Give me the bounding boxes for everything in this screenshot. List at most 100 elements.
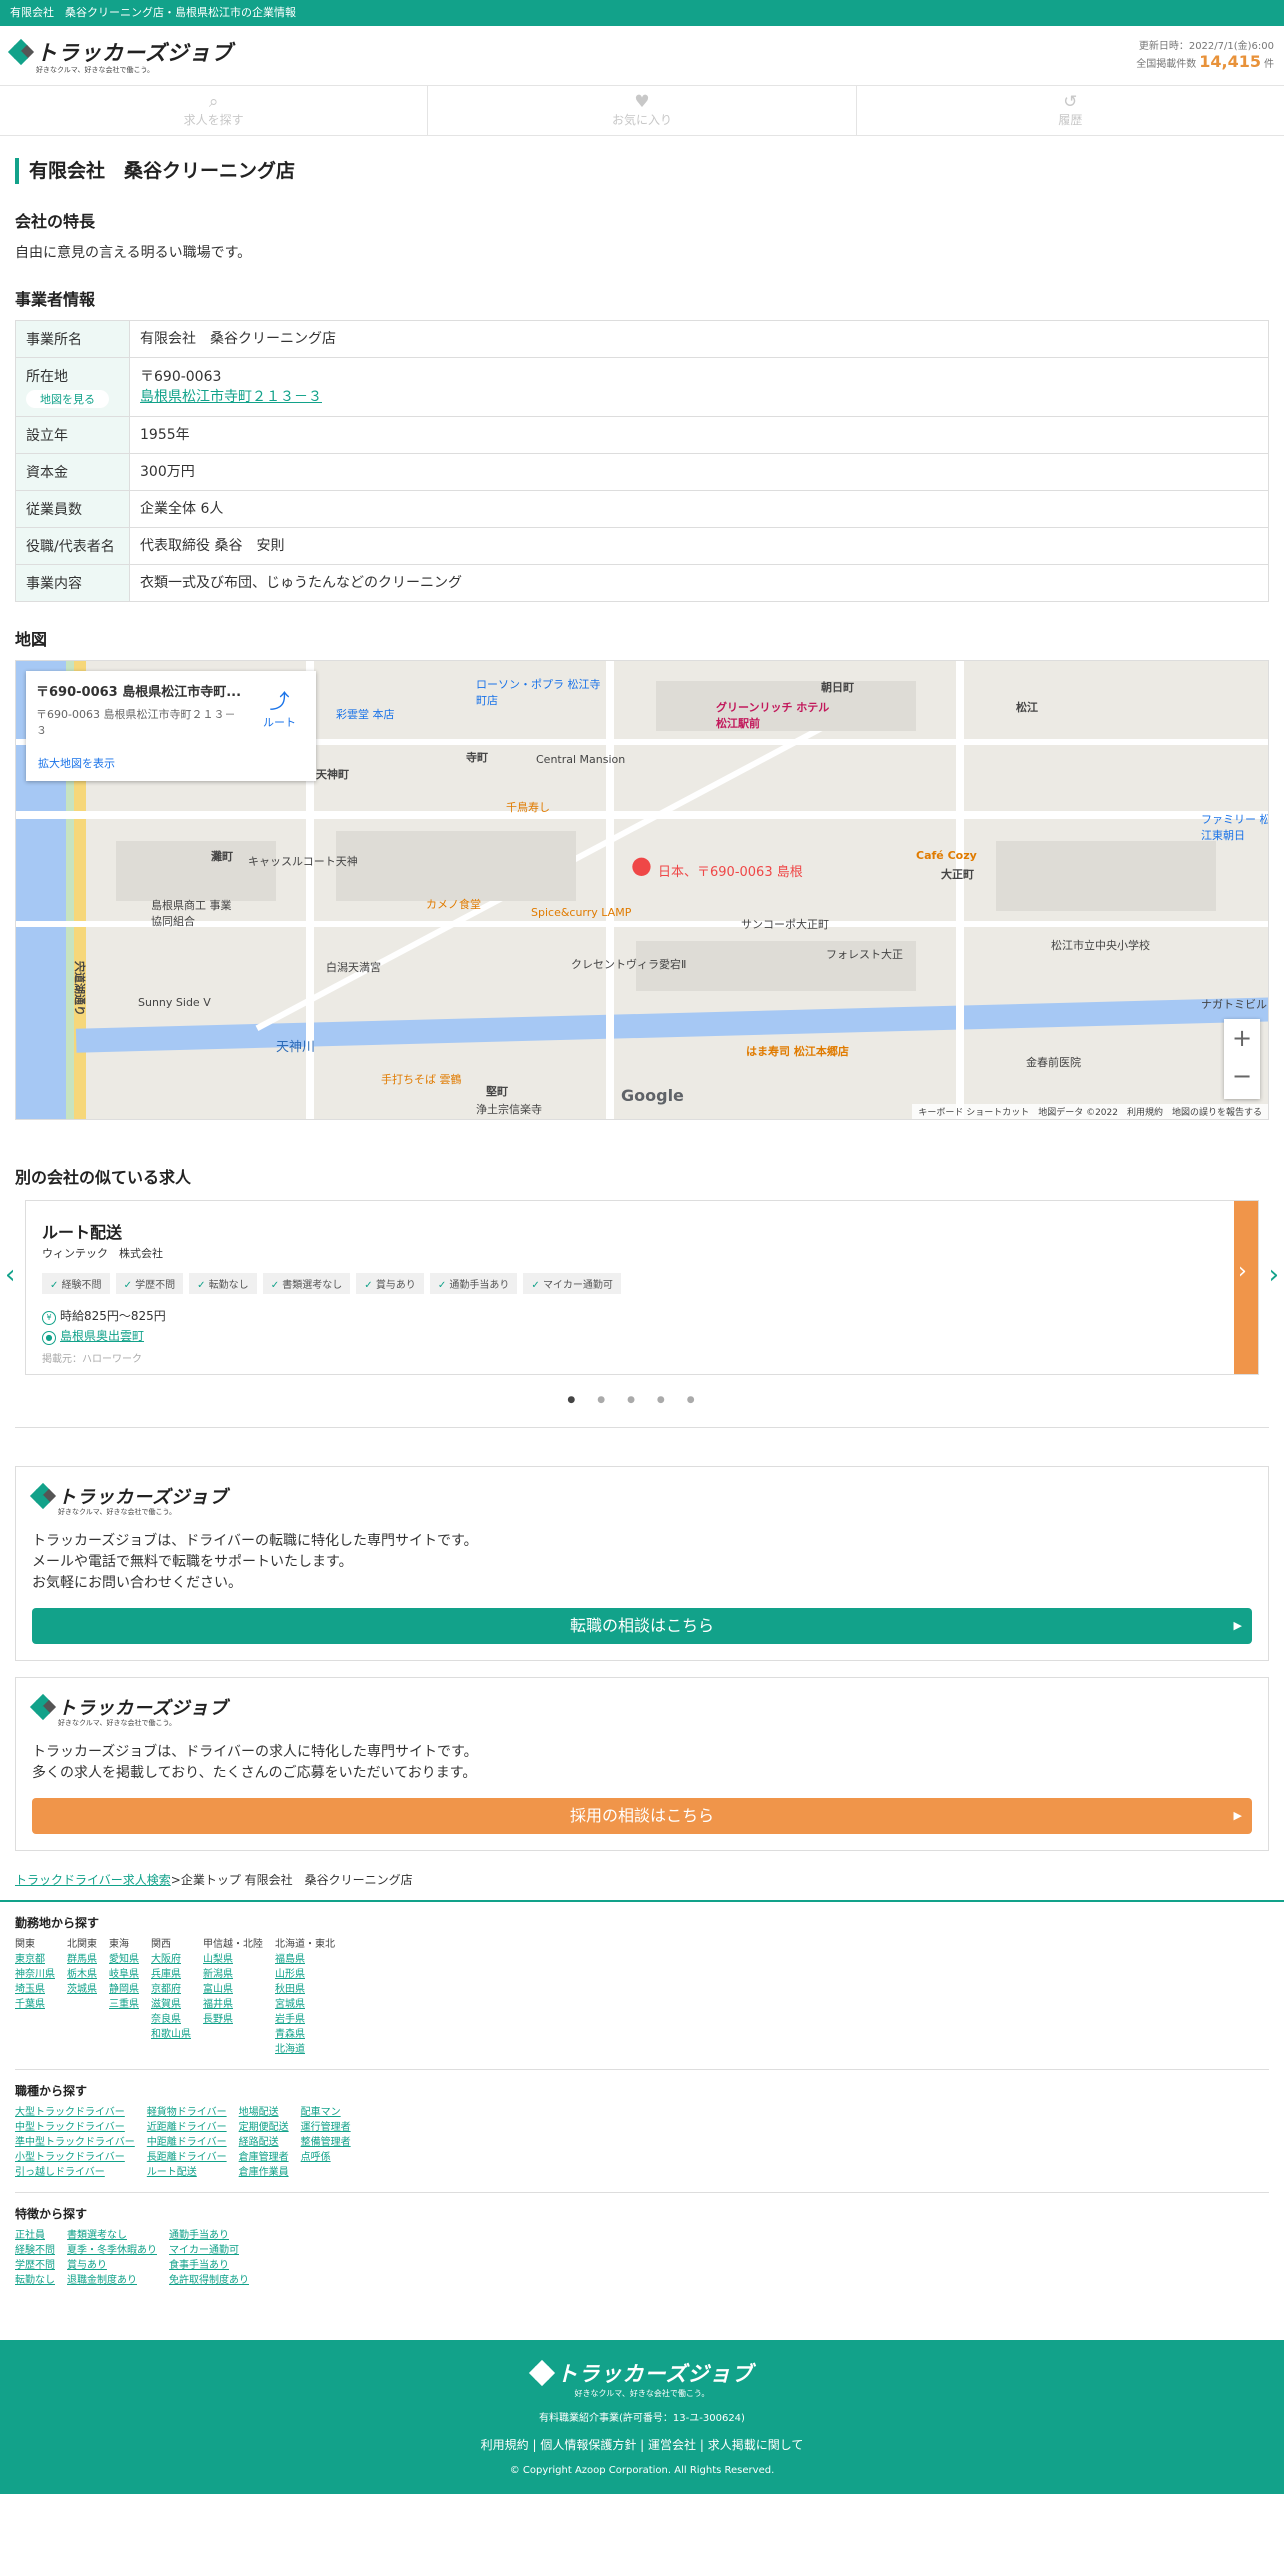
promo-text: トラッカーズジョブは、ドライバーの求人に特化した専門サイトです。 bbox=[32, 1744, 478, 1760]
footer-link[interactable]: 三重県 bbox=[109, 1997, 139, 2012]
card-next-icon[interactable]: › bbox=[1238, 1259, 1247, 1284]
job-source: 掲載元：ハローワーク bbox=[42, 1354, 142, 1365]
footer-link[interactable]: 新潟県 bbox=[203, 1967, 263, 1982]
footer-link[interactable]: 長野県 bbox=[203, 2012, 263, 2027]
address-link[interactable]: 島根県松江市寺町２１３－３ bbox=[140, 389, 322, 405]
footer-link[interactable]: 滋賀県 bbox=[151, 1997, 191, 2012]
footer-link[interactable]: 岐阜県 bbox=[109, 1967, 139, 1982]
hiring-consult-button[interactable]: 採用の相談はこちら ▶ bbox=[32, 1798, 1252, 1834]
footer-link[interactable]: 賞与あり bbox=[67, 2258, 157, 2273]
footer-link[interactable]: 経験不問 bbox=[15, 2243, 55, 2258]
footer-link[interactable]: 千葉県 bbox=[15, 1997, 55, 2012]
footer-link-terms[interactable]: 利用規約 bbox=[481, 2438, 529, 2452]
footer-link[interactable]: 群馬県 bbox=[67, 1952, 97, 1967]
career-consult-button[interactable]: 転職の相談はこちら ▶ bbox=[32, 1608, 1252, 1644]
route-icon: ⤴ bbox=[269, 689, 290, 713]
nav-history[interactable]: ↺ 履歴 bbox=[857, 86, 1284, 135]
footer-link[interactable]: 静岡県 bbox=[109, 1982, 139, 1997]
footer-link-posting[interactable]: 求人掲載に関して bbox=[708, 2438, 804, 2452]
promo-logo-tagline: 好きなクルマ、好きな会社で働こう。 bbox=[58, 1719, 177, 1727]
footer-link[interactable]: 小型トラックドライバー bbox=[15, 2150, 135, 2165]
footer-logo[interactable]: トラッカーズジョブ 好きなクルマ、好きな会社で働こう。 bbox=[0, 2358, 1284, 2399]
footer-link[interactable]: 和歌山県 bbox=[151, 2027, 191, 2042]
footer-link[interactable]: 経路配送 bbox=[239, 2135, 289, 2150]
job-tag: 賞与あり bbox=[356, 1273, 424, 1294]
arrow-right-icon: ▶ bbox=[1233, 1809, 1242, 1822]
zoom-in-button[interactable]: + bbox=[1224, 1019, 1260, 1057]
job-location-link[interactable]: 島根県奥出雲町 bbox=[60, 1329, 144, 1343]
footer-link[interactable]: 奈良県 bbox=[151, 2012, 191, 2027]
footer-link[interactable]: 引っ越しドライバー bbox=[15, 2165, 135, 2180]
zoom-out-button[interactable]: − bbox=[1224, 1057, 1260, 1095]
enlarge-map-link[interactable]: 拡大地図を表示 bbox=[38, 755, 115, 771]
footer-link[interactable]: 北海道 bbox=[275, 2042, 335, 2057]
footer-link[interactable]: ルート配送 bbox=[147, 2165, 227, 2180]
footer-link[interactable]: 地場配送 bbox=[239, 2105, 289, 2120]
footer-link[interactable]: 大型トラックドライバー bbox=[15, 2105, 135, 2120]
listing-info: 更新日時：2022/7/1(金)6:00 全国掲載件数 14,415 件 bbox=[1136, 39, 1274, 72]
footer-link[interactable]: 点呼係 bbox=[301, 2150, 351, 2165]
carousel-next-icon[interactable]: › bbox=[1269, 1260, 1279, 1290]
footer-link[interactable]: 通勤手当あり bbox=[169, 2228, 249, 2243]
footer-link[interactable]: 定期便配送 bbox=[239, 2120, 289, 2135]
footer-col: 配車マン 運行管理者 整備管理者 点呼係 bbox=[301, 2105, 351, 2180]
footer-link[interactable]: 青森県 bbox=[275, 2027, 335, 2042]
footer-link[interactable]: 倉庫作業員 bbox=[239, 2165, 289, 2180]
footer-link[interactable]: 転勤なし bbox=[15, 2273, 55, 2288]
carousel-prev-icon[interactable]: ‹ bbox=[5, 1260, 15, 1290]
footer-link[interactable]: 福島県 bbox=[275, 1952, 335, 1967]
footer-link[interactable]: 兵庫県 bbox=[151, 1967, 191, 1982]
footer-link[interactable]: 免許取得制度あり bbox=[169, 2273, 249, 2288]
route-button[interactable]: ⤴ ルート bbox=[263, 685, 296, 730]
footer-link[interactable]: 準中型トラックドライバー bbox=[15, 2135, 135, 2150]
zip-code: 〒690-0063 bbox=[140, 369, 222, 385]
footer-link[interactable]: 東京都 bbox=[15, 1952, 55, 1967]
footer-link[interactable]: 埼玉県 bbox=[15, 1982, 55, 1997]
footer-link[interactable]: 軽貨物ドライバー bbox=[147, 2105, 227, 2120]
carousel-dots[interactable]: ●●●●● bbox=[15, 1395, 1269, 1405]
job-card[interactable]: › ルート配送 ウィンテック 株式会社 経験不問 学歴不問 転勤なし 書類選考な… bbox=[25, 1200, 1259, 1375]
footer-link[interactable]: 整備管理者 bbox=[301, 2135, 351, 2150]
footer-link[interactable]: 倉庫管理者 bbox=[239, 2150, 289, 2165]
footer-link[interactable]: 正社員 bbox=[15, 2228, 55, 2243]
breadcrumb-link[interactable]: トラックドライバー求人検索 bbox=[15, 1873, 171, 1887]
map-label: 彩雲堂 本店 bbox=[336, 708, 395, 721]
footer-link[interactable]: 書類選考なし bbox=[67, 2228, 157, 2243]
site-logo[interactable]: トラッカーズジョブ 好きなクルマ、好きな会社で働こう。 bbox=[7, 37, 233, 75]
footer-link[interactable]: 福井県 bbox=[203, 1997, 263, 2012]
row-label: 資本金 bbox=[15, 453, 130, 491]
footer-link[interactable]: 夏季・冬季休暇あり bbox=[67, 2243, 157, 2258]
footer-link-privacy[interactable]: 個人情報保護方針 bbox=[540, 2438, 636, 2452]
nav-favorites[interactable]: ♥ お気に入り bbox=[428, 86, 857, 135]
map-embed[interactable]: 朝日町 天神町 寺町 灘町 大正町 松江 Central Mansion 天神川… bbox=[15, 660, 1269, 1120]
footer-link[interactable]: 愛知県 bbox=[109, 1952, 139, 1967]
footer-link[interactable]: 秋田県 bbox=[275, 1982, 335, 1997]
footer-link[interactable]: 運行管理者 bbox=[301, 2120, 351, 2135]
footer-link[interactable]: 大阪府 bbox=[151, 1952, 191, 1967]
footer-link[interactable]: 退職金制度あり bbox=[67, 2273, 157, 2288]
footer-link[interactable]: 学歴不問 bbox=[15, 2258, 55, 2273]
footer-link[interactable]: 中型トラックドライバー bbox=[15, 2120, 135, 2135]
view-map-button[interactable]: 地図を見る bbox=[26, 390, 109, 408]
footer-link[interactable]: 岩手県 bbox=[275, 2012, 335, 2027]
location-pin-icon[interactable]: ● bbox=[631, 851, 652, 879]
map-footer[interactable]: キーボード ショートカット 地図データ ©2022 利用規約 地図の誤りを報告す… bbox=[912, 1104, 1268, 1119]
footer-link[interactable]: 宮城県 bbox=[275, 1997, 335, 2012]
footer-link[interactable]: 配車マン bbox=[301, 2105, 351, 2120]
footer-link[interactable]: 栃木県 bbox=[67, 1967, 97, 1982]
footer-link[interactable]: 中距離ドライバー bbox=[147, 2135, 227, 2150]
footer-link-company[interactable]: 運営会社 bbox=[648, 2438, 696, 2452]
footer-col: 軽貨物ドライバー 近距離ドライバー 中距離ドライバー 長距離ドライバー ルート配送 bbox=[147, 2105, 227, 2180]
footer-link[interactable]: 富山県 bbox=[203, 1982, 263, 1997]
footer-link[interactable]: 京都府 bbox=[151, 1982, 191, 1997]
footer-link[interactable]: 山梨県 bbox=[203, 1952, 263, 1967]
map-label: 大正町 bbox=[941, 868, 974, 881]
footer-link[interactable]: 食事手当あり bbox=[169, 2258, 249, 2273]
footer-link[interactable]: 近距離ドライバー bbox=[147, 2120, 227, 2135]
footer-link[interactable]: 茨城県 bbox=[67, 1982, 97, 1997]
footer-link[interactable]: 神奈川県 bbox=[15, 1967, 55, 1982]
nav-search[interactable]: ⌕ 求人を探す bbox=[0, 86, 429, 135]
footer-link[interactable]: 長距離ドライバー bbox=[147, 2150, 227, 2165]
footer-link[interactable]: 山形県 bbox=[275, 1967, 335, 1982]
footer-link[interactable]: マイカー通勤可 bbox=[169, 2243, 249, 2258]
